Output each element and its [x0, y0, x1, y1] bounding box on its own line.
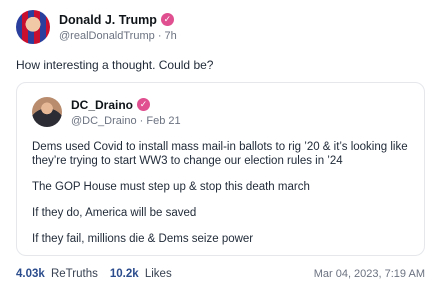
verified-icon: ✓ [160, 13, 174, 26]
quoted-paragraph: If they fail, millions die & Dems seize … [32, 233, 254, 245]
author-name[interactable]: Donald J. Trump [59, 13, 157, 27]
author-handle[interactable]: @realDonaldTrump [59, 30, 155, 42]
quoted-post-card[interactable]: DC_Draino ✓ @DC_Draino · Feb 21 Dems use… [16, 82, 425, 256]
author-block: Donald J. Trump ✓ @realDonaldTrump · 7h [59, 13, 177, 42]
quoted-author-handle[interactable]: @DC_Draino [71, 115, 137, 127]
post-time[interactable]: 7h [165, 30, 177, 42]
retruths-count: 4.03k [16, 268, 45, 280]
meta-separator: · [157, 29, 165, 42]
likes-stat[interactable]: 10.2k Likes [110, 268, 172, 280]
author-meta: @realDonaldTrump · 7h [59, 30, 177, 42]
quoted-paragraph: Dems used Covid to install mass mail-in … [32, 141, 408, 167]
verified-icon: ✓ [137, 98, 151, 111]
retruths-stat[interactable]: 4.03k ReTruths [16, 268, 98, 280]
retruths-label: ReTruths [50, 268, 98, 280]
quoted-author-name[interactable]: DC_Draino [71, 98, 133, 112]
post-text: How interesting a thought. Could be? [16, 58, 214, 72]
post-header: Donald J. Trump ✓ @realDonaldTrump · 7h [16, 10, 177, 44]
post-footer: 4.03k ReTruths 10.2k Likes Mar 04, 2023,… [16, 268, 425, 280]
quoted-avatar[interactable] [32, 97, 62, 127]
post: Donald J. Trump ✓ @realDonaldTrump · 7h … [0, 0, 443, 299]
quoted-author-meta: @DC_Draino · Feb 21 [71, 115, 181, 127]
likes-label: Likes [144, 268, 172, 280]
quoted-paragraph: The GOP House must step up & stop this d… [32, 181, 310, 193]
quoted-paragraph: If they do, America will be saved [32, 207, 197, 219]
quoted-post-header: DC_Draino ✓ @DC_Draino · Feb 21 [32, 97, 181, 127]
likes-count: 10.2k [109, 268, 139, 280]
quoted-post-date[interactable]: Feb 21 [146, 115, 180, 127]
quoted-post-text: Dems used Covid to install mass mail-in … [32, 140, 412, 258]
quoted-author-block: DC_Draino ✓ @DC_Draino · Feb 21 [71, 98, 181, 127]
avatar[interactable] [16, 10, 50, 44]
post-timestamp[interactable]: Mar 04, 2023, 7:19 AM [314, 268, 425, 280]
